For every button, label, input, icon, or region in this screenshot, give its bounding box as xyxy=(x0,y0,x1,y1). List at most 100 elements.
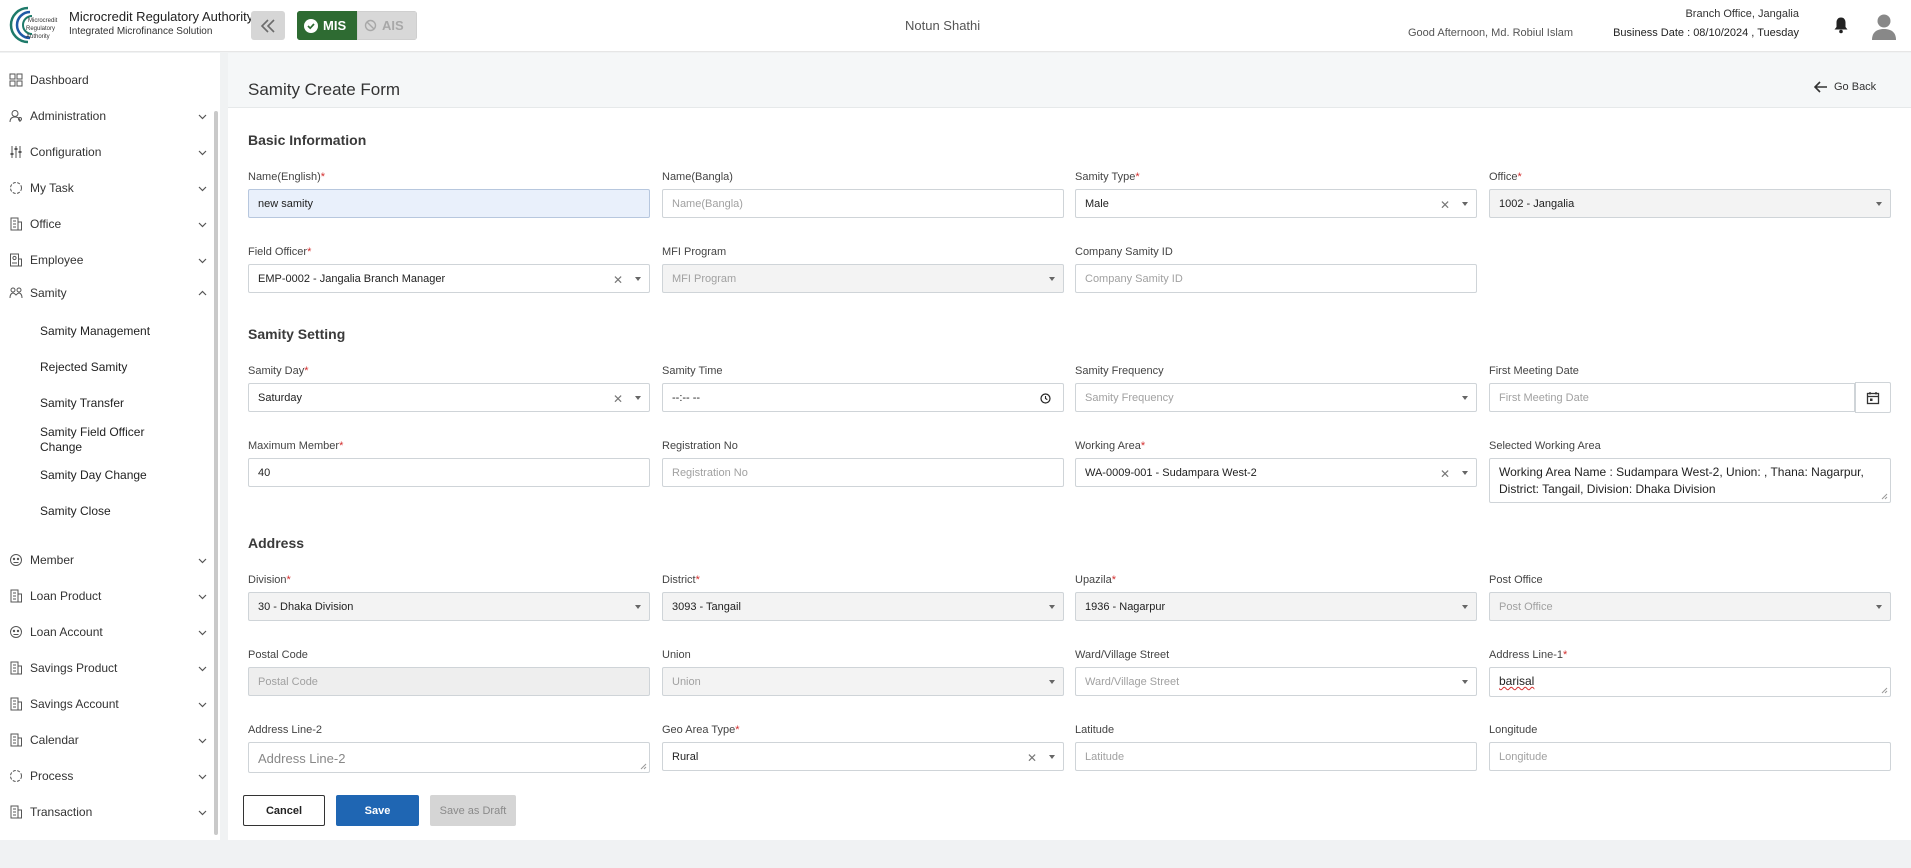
postal-code-input[interactable]: Postal Code xyxy=(248,667,650,696)
address-line-2-placeholder: Address Line-2 xyxy=(258,751,346,766)
first-meeting-date-label: First Meeting Date xyxy=(1489,365,1579,377)
sidebar-item-dashboard[interactable]: Dashboard xyxy=(0,66,212,94)
name-english-label: Name(English)* xyxy=(248,171,326,183)
division-select[interactable]: 30 - Dhaka Division xyxy=(248,592,650,621)
sidebar-item-savings-account[interactable]: Savings Account xyxy=(0,690,212,718)
clock-icon[interactable] xyxy=(1040,393,1051,404)
upazila-label: Upazila* xyxy=(1075,574,1116,586)
sidebar-subitem-samity-management[interactable]: Samity Management xyxy=(40,324,200,338)
sidebar-item-process[interactable]: Process xyxy=(0,762,212,790)
registration-no-input[interactable]: Registration No xyxy=(662,458,1064,487)
field-officer-select[interactable]: EMP-0002 - Jangalia Branch Manager ✕ xyxy=(248,264,650,293)
chevron-down-icon xyxy=(198,774,207,779)
name-bangla-input[interactable]: Name(Bangla) xyxy=(662,189,1064,218)
name-bangla-label: Name(Bangla) xyxy=(662,171,733,183)
name-english-input[interactable]: new samity xyxy=(248,189,650,218)
sidebar-item-label: Savings Product xyxy=(30,661,118,675)
sidebar-subitem-samity-field-officer-change[interactable]: Samity Field Officer Change xyxy=(40,425,160,455)
office-select[interactable]: 1002 - Jangalia xyxy=(1489,189,1891,218)
mode-mis-button[interactable]: MIS xyxy=(297,11,357,40)
dropdown-arrow-icon xyxy=(635,396,641,400)
cancel-button[interactable]: Cancel xyxy=(243,795,325,826)
go-back-button[interactable]: Go Back xyxy=(1814,81,1876,93)
geo-area-type-select[interactable]: Rural ✕ xyxy=(662,742,1064,771)
resize-grip-icon[interactable] xyxy=(640,763,647,770)
sidebar-collapse-button[interactable] xyxy=(251,11,285,40)
division-label: Division* xyxy=(248,574,291,586)
union-select[interactable]: Union xyxy=(662,667,1064,696)
top-header: Microcredit Regulatory Authority Microcr… xyxy=(0,0,1911,52)
district-select[interactable]: 3093 - Tangail xyxy=(662,592,1064,621)
clear-icon[interactable]: ✕ xyxy=(613,273,623,287)
sidebar-subitem-samity-close[interactable]: Samity Close xyxy=(40,504,200,518)
sidebar-item-office[interactable]: Office xyxy=(0,210,212,238)
sidebar-item-member[interactable]: Member xyxy=(0,546,212,574)
ward-village-placeholder: Ward/Village Street xyxy=(1085,675,1180,688)
mfi-program-label: MFI Program xyxy=(662,246,727,258)
section-samity-setting: Samity Setting xyxy=(248,326,346,342)
sidebar-item-loan-product[interactable]: Loan Product xyxy=(0,582,212,610)
user-avatar-icon[interactable] xyxy=(1871,13,1897,41)
sidebar-subitem-rejected-samity[interactable]: Rejected Samity xyxy=(40,360,200,374)
mode-ais-button[interactable]: AIS xyxy=(357,11,417,40)
save-as-draft-button[interactable]: Save as Draft xyxy=(430,795,516,826)
brand-subtitle: Integrated Microfinance Solution xyxy=(69,26,213,37)
sidebar-item-label: My Task xyxy=(30,181,74,195)
sidebar-item-employee[interactable]: Employee xyxy=(0,246,212,274)
business-date: Business Date : 08/10/2024 , Tuesday xyxy=(1613,27,1799,39)
sidebar-item-administration[interactable]: Administration xyxy=(0,102,212,130)
bell-icon[interactable] xyxy=(1833,16,1849,34)
dropdown-arrow-icon xyxy=(635,277,641,281)
sidebar-item-configuration[interactable]: Configuration xyxy=(0,138,212,166)
geo-area-type-value: Rural xyxy=(672,750,699,763)
samity-frequency-select[interactable]: Samity Frequency xyxy=(1075,383,1477,412)
latitude-input[interactable]: Latitude xyxy=(1075,742,1477,771)
clear-icon[interactable]: ✕ xyxy=(613,392,623,406)
sidebar-item-label: Process xyxy=(30,769,74,783)
chevron-down-icon xyxy=(198,666,207,671)
samity-day-select[interactable]: Saturday ✕ xyxy=(248,383,650,412)
sidebar-item-calendar[interactable]: Calendar xyxy=(0,726,212,754)
sidebar-item-label: Configuration xyxy=(30,145,102,159)
date-picker-button[interactable] xyxy=(1855,382,1891,413)
resize-grip-icon[interactable] xyxy=(1881,493,1888,500)
samity-time-label: Samity Time xyxy=(662,365,723,377)
clear-icon[interactable]: ✕ xyxy=(1440,198,1450,212)
mode-ais-label: AIS xyxy=(382,18,404,33)
sidebar-item-savings-product[interactable]: Savings Product xyxy=(0,654,212,682)
sidebar-subitem-samity-day-change[interactable]: Samity Day Change xyxy=(40,468,200,482)
upazila-select[interactable]: 1936 - Nagarpur xyxy=(1075,592,1477,621)
samity-type-select[interactable]: Male ✕ xyxy=(1075,189,1477,218)
geo-area-type-label: Geo Area Type* xyxy=(662,724,740,736)
working-area-select[interactable]: WA-0009-001 - Sudampara West-2 ✕ xyxy=(1075,458,1477,487)
post-office-select[interactable]: Post Office xyxy=(1489,592,1891,621)
company-samity-id-input[interactable]: Company Samity ID xyxy=(1075,264,1477,293)
dropdown-arrow-icon xyxy=(635,605,641,609)
sidebar-item-my-task[interactable]: My Task xyxy=(0,174,212,202)
ward-village-select[interactable]: Ward/Village Street xyxy=(1075,667,1477,696)
sidebar-item-loan-account[interactable]: Loan Account xyxy=(0,618,212,646)
clear-icon[interactable]: ✕ xyxy=(1027,751,1037,765)
division-value: 30 - Dhaka Division xyxy=(258,600,354,613)
longitude-input[interactable]: Longitude xyxy=(1489,742,1891,771)
sidebar-subitem-samity-transfer[interactable]: Samity Transfer xyxy=(40,396,200,410)
sidebar-scrollbar[interactable] xyxy=(214,111,218,835)
dropdown-arrow-icon xyxy=(1049,277,1055,281)
samity-time-input[interactable]: --:-- -- xyxy=(662,383,1064,412)
mfi-program-select[interactable]: MFI Program xyxy=(662,264,1064,293)
sidebar-item-samity[interactable]: Samity xyxy=(0,279,212,307)
dropdown-arrow-icon xyxy=(1049,680,1055,684)
address-line-2-textarea[interactable]: Address Line-2 xyxy=(248,742,650,773)
admin-icon xyxy=(9,110,22,123)
maximum-member-input[interactable]: 40 xyxy=(248,458,650,487)
go-back-label: Go Back xyxy=(1834,81,1877,93)
save-button[interactable]: Save xyxy=(336,795,419,826)
resize-grip-icon[interactable] xyxy=(1881,687,1888,694)
first-meeting-date-input[interactable]: First Meeting Date xyxy=(1489,383,1855,412)
sidebar-item-transaction[interactable]: Transaction xyxy=(0,798,212,826)
page-header: Samity Create Form Go Back xyxy=(228,53,1911,108)
selected-working-area-textarea[interactable]: Working Area Name : Sudampara West-2, Un… xyxy=(1489,458,1891,503)
address-line-1-textarea[interactable]: barisal xyxy=(1489,667,1891,697)
clear-icon[interactable]: ✕ xyxy=(1440,467,1450,481)
dropdown-arrow-icon xyxy=(1462,202,1468,206)
